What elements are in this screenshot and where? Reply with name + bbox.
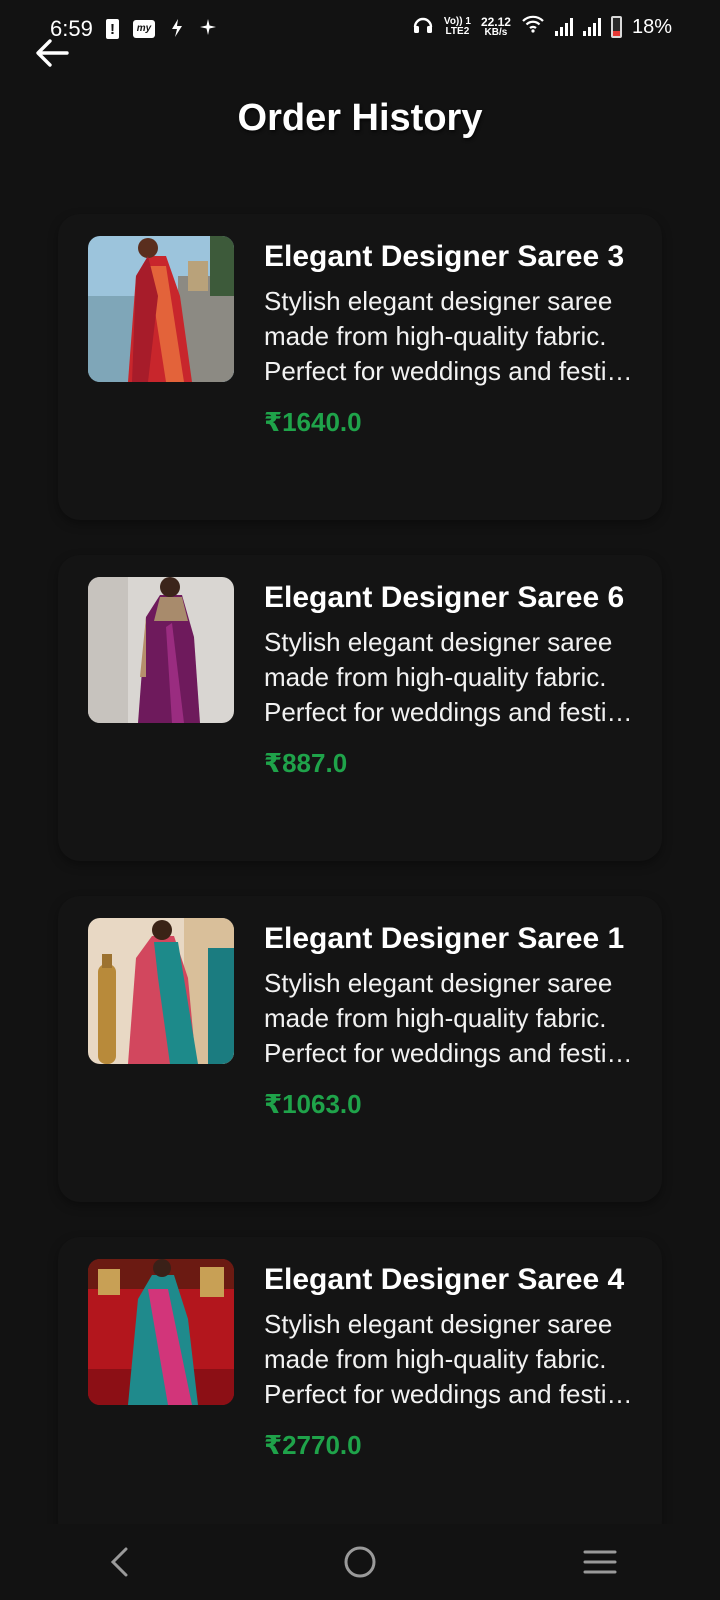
product-image xyxy=(88,236,234,382)
chevron-left-icon xyxy=(110,1547,128,1577)
wifi-icon xyxy=(521,14,545,40)
battery-percent: 18% xyxy=(631,15,672,38)
order-list: Elegant Designer Saree 3 Stylish elegant… xyxy=(58,214,662,1578)
status-left-icons: my xyxy=(106,18,217,41)
nav-back-button[interactable] xyxy=(90,1537,150,1587)
back-button[interactable] xyxy=(30,33,74,73)
order-info: Elegant Designer Saree 3 Stylish elegant… xyxy=(264,238,634,438)
status-right-icons: Vo)) 1 LTE2 22.12 KB/s 18% xyxy=(412,14,672,40)
signal-2-icon xyxy=(582,18,601,36)
headphones-icon xyxy=(412,14,434,40)
hamburger-menu-icon xyxy=(583,1550,617,1574)
status-bar: 6:59 my Vo)) 1 LTE2 22.12 KB/s xyxy=(0,0,720,60)
system-nav-bar xyxy=(0,1524,720,1600)
nav-home-button[interactable] xyxy=(330,1537,390,1587)
arrow-left-icon xyxy=(36,39,69,67)
order-card[interactable]: Elegant Designer Saree 6 Stylish elegant… xyxy=(58,555,662,861)
product-image xyxy=(88,577,234,723)
nav-menu-button[interactable] xyxy=(570,1537,630,1587)
product-name: Elegant Designer Saree 3 xyxy=(264,240,625,273)
network-type: Vo)) 1 LTE2 xyxy=(443,16,471,37)
product-price: ₹1640.0 xyxy=(264,407,362,437)
product-name: Elegant Designer Saree 1 xyxy=(264,922,625,955)
product-name: Elegant Designer Saree 4 xyxy=(264,1263,625,1296)
product-description: Stylish elegant designer saree made from… xyxy=(264,968,634,1068)
product-price: ₹887.0 xyxy=(264,748,348,778)
signal-1-icon xyxy=(554,18,573,36)
order-info: Elegant Designer Saree 6 Stylish elegant… xyxy=(264,579,634,779)
app-badge-icon: my xyxy=(133,20,155,38)
network-speed: 22.12 KB/s xyxy=(480,15,511,38)
battery-alert-icon xyxy=(106,19,119,41)
order-history-screen: 6:59 my Vo)) 1 LTE2 22.12 KB/s xyxy=(0,0,720,1600)
circle-home-icon xyxy=(344,1546,376,1578)
order-card[interactable]: Elegant Designer Saree 4 Stylish elegant… xyxy=(58,1237,662,1543)
product-description: Stylish elegant designer saree made from… xyxy=(264,1309,634,1409)
product-image xyxy=(88,1259,234,1405)
product-description: Stylish elegant designer saree made from… xyxy=(264,627,634,727)
product-description: Stylish elegant designer saree made from… xyxy=(264,286,634,386)
flash-icon xyxy=(169,18,185,40)
order-card[interactable]: Elegant Designer Saree 3 Stylish elegant… xyxy=(58,214,662,520)
product-image xyxy=(88,918,234,1064)
page-title: Order History xyxy=(237,97,483,139)
battery-icon xyxy=(610,16,622,38)
product-price: ₹1063.0 xyxy=(264,1089,362,1119)
order-card[interactable]: Elegant Designer Saree 1 Stylish elegant… xyxy=(58,896,662,1202)
order-info: Elegant Designer Saree 1 Stylish elegant… xyxy=(264,920,634,1120)
sparkle-icon xyxy=(199,18,217,40)
product-name: Elegant Designer Saree 6 xyxy=(264,581,625,614)
product-price: ₹2770.0 xyxy=(264,1430,362,1460)
order-info: Elegant Designer Saree 4 Stylish elegant… xyxy=(264,1261,634,1461)
